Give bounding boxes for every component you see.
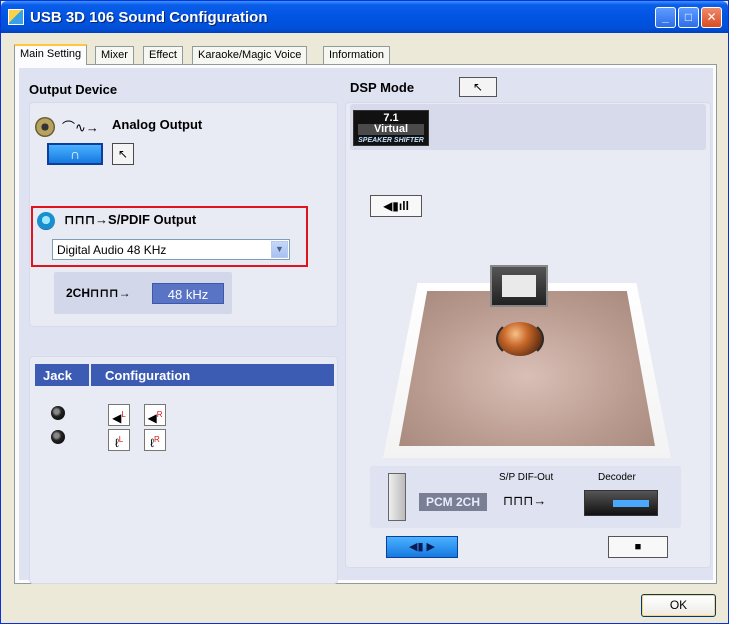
spdif-output-text: S/PDIF Output (108, 212, 197, 227)
spdif-out-label: S/P DIF-Out (499, 472, 554, 483)
spdif-out-wave-icon: ⊓⊓⊓→ (503, 493, 547, 508)
virtual-stage-floor[interactable] (399, 291, 655, 446)
headphone-button[interactable]: ∩ (47, 143, 103, 165)
ok-button[interactable]: OK (641, 594, 716, 617)
speaker-shifter-label: SPEAKER SHIFTER (358, 137, 424, 144)
dsp-settings-button[interactable]: ↖ (459, 77, 497, 97)
close-button[interactable]: ✕ (701, 7, 722, 28)
mic-left-button[interactable]: ℓL (108, 429, 130, 451)
play-test-button[interactable]: ◀▮ ▶ (386, 536, 458, 558)
decoder-label: Decoder (598, 472, 636, 483)
spdif-format-value: Digital Audio 48 KHz (57, 243, 167, 257)
channel-count: 2CH (66, 286, 91, 300)
jack-port-icon (51, 430, 65, 444)
tab-information[interactable]: Information (323, 46, 391, 64)
channel-wave-icon: ⊓⊓⊓→ (90, 286, 131, 300)
computer-icon (388, 473, 406, 521)
spdif-output-label: ⊓⊓⊓→S/PDIF Output (64, 212, 196, 228)
output-device-title: Output Device (29, 82, 118, 97)
tab-mixer[interactable]: Mixer (95, 46, 134, 64)
sample-rate-display: 48 kHz (152, 283, 224, 304)
tab-effect[interactable]: Effect (143, 46, 183, 64)
pcm-format-label: PCM 2CH (419, 493, 487, 511)
maximize-button[interactable]: □ (678, 7, 699, 28)
mic-right-button[interactable]: ℓR (144, 429, 166, 451)
configuration-column-header: Configuration (105, 368, 191, 383)
jack-column-header: Jack (43, 368, 72, 383)
dsp-mode-title: DSP Mode (350, 80, 415, 95)
virtual-speaker-shifter-button[interactable]: 7.1 Virtual SPEAKER SHIFTER (353, 110, 429, 146)
decoder-icon (584, 490, 658, 516)
tab-main-setting[interactable]: Main Setting (14, 44, 88, 65)
channel-right-mark: R (156, 410, 163, 419)
analog-wave-icon: ⌒∿→ (62, 120, 99, 135)
speaker-left-button[interactable]: ◀L (108, 404, 130, 426)
volume-button[interactable]: ◀▮ıll (370, 195, 422, 217)
listener-head-icon[interactable] (498, 322, 542, 356)
window-title: USB 3D 106 Sound Configuration (30, 9, 268, 26)
spdif-format-select[interactable]: Digital Audio 48 KHz ▼ (52, 239, 290, 260)
speaker-icon: ◀ (147, 411, 157, 425)
analog-output-label: Analog Output (112, 117, 203, 132)
tv-screen (502, 275, 536, 297)
speaker-right-button[interactable]: ◀R (144, 404, 166, 426)
title-bar[interactable]: USB 3D 106 Sound Configuration _ □ ✕ (1, 1, 728, 33)
speaker-icon: ◀ (112, 411, 122, 425)
chevron-down-icon[interactable]: ▼ (271, 241, 288, 258)
minimize-button[interactable]: _ (655, 7, 676, 28)
analog-settings-button[interactable]: ↖ (112, 143, 134, 165)
channel-left-mark: L (121, 410, 126, 419)
tab-karaoke-magic-voice[interactable]: Karaoke/Magic Voice (192, 46, 308, 64)
jack-header-divider (89, 364, 91, 386)
jack-port-icon (51, 406, 65, 420)
stop-button[interactable]: ■ (608, 536, 668, 558)
channel-label: 2CH⊓⊓⊓→ (66, 286, 131, 300)
virtual-label: Virtual (358, 124, 424, 135)
channel-left-mark: L (118, 435, 124, 444)
spdif-icon (37, 212, 55, 230)
channel-right-mark: R (154, 435, 160, 444)
jack-box (29, 356, 338, 584)
app-icon (8, 9, 24, 25)
speaker-icon (35, 117, 55, 137)
spdif-wave-icon: ⊓⊓⊓→ (64, 212, 109, 227)
